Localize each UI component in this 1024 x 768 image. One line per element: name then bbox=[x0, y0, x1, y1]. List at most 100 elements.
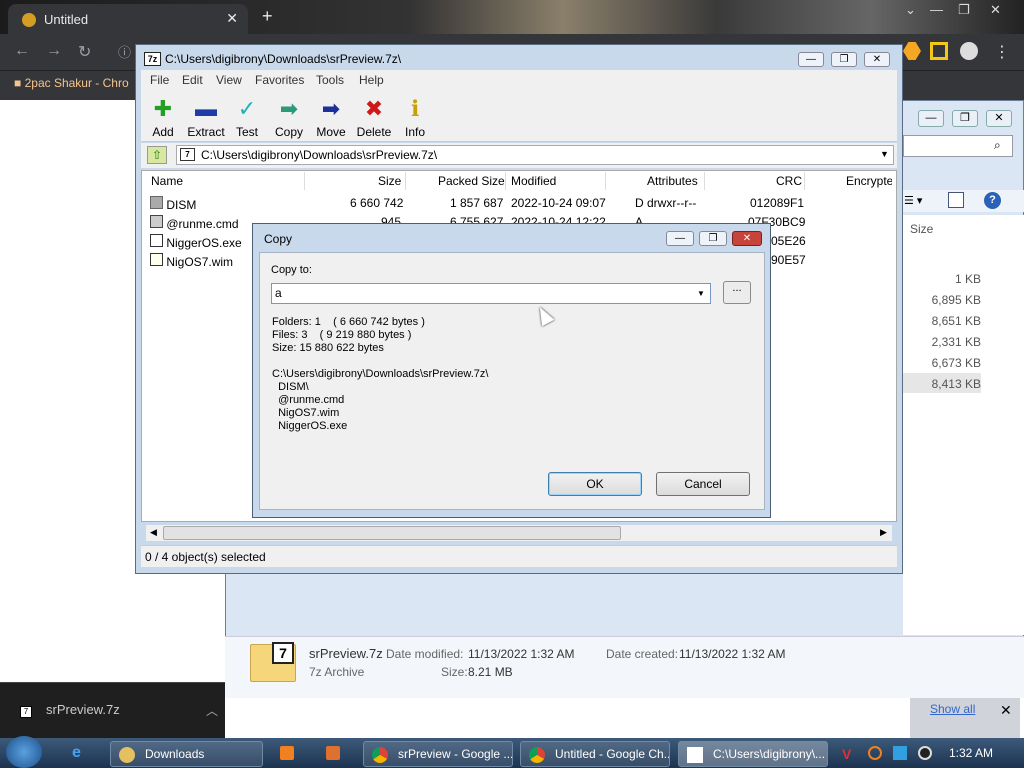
browse-button[interactable]: ... bbox=[723, 281, 751, 304]
download-item[interactable]: 7 srPreview.7z bbox=[20, 702, 120, 718]
up-folder-icon[interactable]: ⇧ bbox=[147, 146, 167, 164]
dialog-minimize-button[interactable]: — bbox=[666, 231, 694, 246]
scroll-left-icon[interactable]: ◀ bbox=[150, 527, 157, 538]
forward-icon[interactable]: → bbox=[46, 42, 62, 60]
cmd-file-icon bbox=[150, 215, 163, 228]
bookmark-2pac[interactable]: ■ 2pac Shakur - Chro bbox=[14, 76, 129, 90]
help-icon[interactable]: ? bbox=[984, 192, 1001, 209]
col-crc[interactable]: CRC bbox=[776, 174, 802, 188]
scrollbar-thumb[interactable] bbox=[163, 526, 621, 540]
ie-icon[interactable]: e bbox=[72, 744, 81, 762]
menu-kebab-icon[interactable]: ⋮ bbox=[994, 42, 1010, 62]
col-name[interactable]: Name bbox=[151, 174, 183, 188]
add-icon: ✚ bbox=[153, 96, 173, 121]
close-window-icon[interactable]: ✕ bbox=[990, 2, 1001, 18]
col-modified[interactable]: Modified bbox=[511, 174, 556, 188]
start-button[interactable] bbox=[6, 736, 42, 768]
details-size-value: 8.21 MB bbox=[468, 665, 513, 679]
tab-untitled[interactable]: Untitled ✕ bbox=[8, 4, 248, 34]
reload-icon[interactable]: ↻ bbox=[78, 42, 91, 62]
table-row[interactable]: NiggerOS.exe bbox=[150, 234, 242, 250]
restore-icon[interactable]: ❐ bbox=[958, 2, 970, 18]
cancel-button[interactable]: Cancel bbox=[656, 472, 750, 496]
media-player-icon[interactable] bbox=[280, 746, 294, 760]
close-shelf-icon[interactable]: ✕ bbox=[1000, 702, 1012, 719]
menu-file[interactable]: File bbox=[150, 73, 169, 87]
7zip-logo-icon: 7z bbox=[144, 52, 161, 66]
close-tab-icon[interactable]: ✕ bbox=[226, 10, 238, 27]
test-icon: ✓ bbox=[237, 96, 257, 121]
info-button[interactable]: ℹ Info bbox=[393, 97, 437, 140]
address-dropdown-icon[interactable]: ▼ bbox=[880, 149, 889, 159]
wim-file-icon bbox=[150, 253, 163, 266]
add-button[interactable]: ✚ Add bbox=[141, 96, 185, 140]
minimize-icon[interactable]: — bbox=[930, 2, 943, 17]
explorer-size-header[interactable]: Size bbox=[910, 222, 933, 236]
menu-help[interactable]: Help bbox=[359, 73, 384, 87]
menu-view[interactable]: View bbox=[216, 73, 242, 87]
preview-pane-icon[interactable] bbox=[948, 192, 964, 208]
copy-button[interactable]: ➡ Copy bbox=[267, 97, 311, 140]
table-row[interactable]: @runme.cmd bbox=[150, 215, 239, 231]
status-bar: 0 / 4 object(s) selected bbox=[141, 545, 897, 567]
table-row[interactable]: NigOS7.wim bbox=[150, 253, 233, 269]
move-button[interactable]: ➡ Move bbox=[309, 97, 353, 140]
test-button[interactable]: ✓ Test bbox=[225, 96, 269, 140]
back-icon[interactable]: ← bbox=[14, 42, 30, 60]
explorer-size-cell: 1 KB bbox=[954, 272, 981, 286]
dialog-maximize-button[interactable]: ❐ bbox=[699, 231, 727, 246]
chevron-up-icon[interactable]: ︿ bbox=[206, 702, 218, 719]
search-icon[interactable]: ⌕ bbox=[994, 138, 1001, 153]
dialog-close-button[interactable]: ✕ bbox=[732, 231, 762, 246]
tray-network-icon[interactable] bbox=[893, 746, 907, 760]
taskbar-item-downloads[interactable]: Downloads bbox=[110, 741, 263, 767]
scroll-right-icon[interactable]: ▶ bbox=[880, 527, 887, 538]
row-modified: 2022-10-24 09:07 bbox=[511, 196, 606, 210]
tray-v-icon[interactable]: V bbox=[842, 746, 856, 762]
col-attributes[interactable]: Attributes bbox=[647, 174, 698, 188]
paint-icon[interactable] bbox=[326, 746, 340, 760]
profile-avatar[interactable] bbox=[960, 42, 978, 60]
7zip-close-button[interactable]: ✕ bbox=[864, 52, 890, 67]
explorer-close-button[interactable]: ✕ bbox=[986, 110, 1012, 127]
details-size-label: Size: bbox=[441, 665, 468, 679]
taskbar-item-chrome-untitled[interactable]: Untitled - Google Ch... bbox=[520, 741, 670, 767]
col-encrypted[interactable]: Encrypte bbox=[846, 174, 892, 188]
view-options-icon[interactable]: ☰ ▾ bbox=[904, 194, 922, 207]
delete-button[interactable]: ✖ Delete bbox=[352, 97, 396, 140]
col-divider[interactable] bbox=[804, 172, 805, 190]
row-name: NiggerOS.exe bbox=[166, 236, 242, 250]
address-input[interactable]: C:\Users\digibrony\Downloads\srPreview.7… bbox=[176, 145, 894, 165]
extract-button[interactable]: ▬ Extract bbox=[184, 97, 228, 140]
tray-search-icon[interactable] bbox=[868, 746, 882, 760]
7zip-maximize-button[interactable]: ❐ bbox=[831, 52, 857, 67]
col-divider[interactable] bbox=[405, 172, 406, 190]
combo-dropdown-icon[interactable]: ▼ bbox=[697, 289, 705, 298]
copy-to-input[interactable]: a bbox=[271, 283, 711, 304]
site-info-icon[interactable]: ⓘ bbox=[118, 42, 131, 61]
col-size[interactable]: Size bbox=[378, 174, 401, 188]
chevron-down-icon[interactable]: ⌄ bbox=[905, 2, 916, 18]
taskbar-item-7zip[interactable]: C:\Users\digibrony\... bbox=[678, 741, 828, 767]
col-divider[interactable] bbox=[304, 172, 305, 190]
taskbar-clock[interactable]: 1:32 AM bbox=[949, 746, 993, 760]
taskbar-item-chrome-srpreview[interactable]: srPreview - Google ... bbox=[363, 741, 513, 767]
explorer-minimize-button[interactable]: — bbox=[918, 110, 944, 127]
7z-archive-icon: 7 bbox=[180, 148, 195, 161]
col-divider[interactable] bbox=[605, 172, 606, 190]
show-all-link[interactable]: Show all bbox=[930, 702, 975, 716]
col-divider[interactable] bbox=[505, 172, 506, 190]
menu-favorites[interactable]: Favorites bbox=[255, 73, 304, 87]
col-divider[interactable] bbox=[704, 172, 705, 190]
col-packed[interactable]: Packed Size bbox=[438, 174, 505, 188]
explorer-maximize-button[interactable]: ❐ bbox=[952, 110, 978, 127]
7zip-minimize-button[interactable]: — bbox=[798, 52, 824, 67]
details-modified-value: 11/13/2022 1:32 AM bbox=[468, 647, 575, 661]
new-tab-icon[interactable]: + bbox=[262, 6, 273, 27]
table-row[interactable]: DISM bbox=[150, 196, 196, 212]
menu-edit[interactable]: Edit bbox=[182, 73, 203, 87]
tray-volume-icon[interactable] bbox=[918, 746, 932, 760]
menu-tools[interactable]: Tools bbox=[316, 73, 344, 87]
sidebar-icon[interactable] bbox=[930, 42, 948, 60]
ok-button[interactable]: OK bbox=[548, 472, 642, 496]
